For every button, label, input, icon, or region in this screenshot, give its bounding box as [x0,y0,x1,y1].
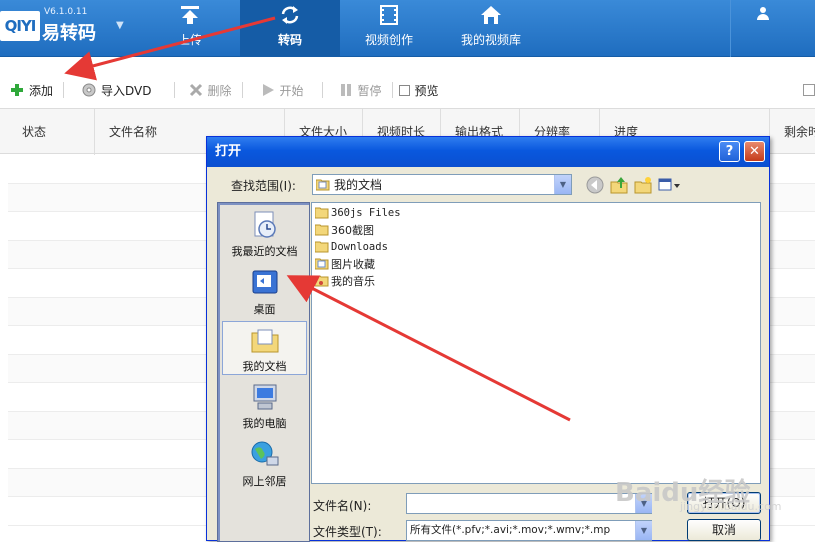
list-item[interactable]: 我的音乐 [315,273,375,289]
look-in-value: 我的文档 [334,178,383,192]
place-label: 桌面 [253,303,276,316]
disc-icon [82,83,96,97]
place-network[interactable]: 网上邻居 [222,437,307,491]
tab-label: 转码 [277,33,302,47]
back-icon[interactable] [585,175,605,195]
desktop-icon [252,270,277,294]
view-menu-icon[interactable] [657,175,681,195]
new-folder-icon[interactable] [633,175,653,195]
chevron-down-icon[interactable]: ▼ [635,521,652,540]
start-button[interactable]: 开始 [243,78,314,102]
dialog-title: 打开 [215,144,242,159]
folder-icon [315,241,329,253]
pictures-folder-icon [315,258,329,270]
list-item[interactable]: Downloads [315,239,388,255]
app-name: 易转码 [42,23,96,44]
convert-icon [281,6,299,24]
place-label: 网上邻居 [242,475,287,488]
select-all-checkbox[interactable] [803,84,815,96]
place-my-computer[interactable]: 我的电脑 [222,379,307,433]
my-documents-icon [251,329,278,353]
plus-icon [11,84,23,96]
tab-my-video-library[interactable]: 我的视频库 [440,0,542,57]
column-remaining-time[interactable]: 剩余时 [770,109,815,155]
add-button[interactable]: 添加 [0,78,63,102]
tab-video-creation[interactable]: 视频创作 [340,0,438,57]
pause-button[interactable]: 暂停 [323,78,392,102]
toolbar: 添加 导入DVD 删除 开始 暂停 预览 [0,73,815,107]
file-name: 360截图 [331,224,374,237]
places-bar: 我最近的文档 桌面 我的文档 我的电脑 网上邻居 [217,202,310,542]
app-logo: QIYI V6.1.0.11 易转码 [0,7,96,44]
film-icon [380,5,398,25]
my-computer-icon [253,384,276,410]
logo-badge: QIYI [0,11,40,41]
list-item[interactable]: 360截图 [315,222,374,238]
file-type-value: 所有文件(*.pfv;*.avi;*.mov;*.wmv;*.mp [410,524,611,536]
place-label: 我最近的文档 [231,245,298,258]
file-name: 360js Files [331,207,401,219]
place-label: 我的文档 [242,360,287,373]
user-icon [757,7,769,20]
delete-label: 删除 [207,83,232,98]
cancel-button[interactable]: 取消 [687,519,761,541]
up-folder-icon[interactable] [609,175,629,195]
tab-upload[interactable]: 上传 [140,0,240,57]
place-desktop[interactable]: 桌面 [222,265,307,319]
place-recent-documents[interactable]: 我最近的文档 [222,207,307,261]
file-name: 图片收藏 [331,258,375,271]
upload-icon [181,6,199,24]
preview-label: 预览 [414,83,439,98]
file-name: Downloads [331,241,388,253]
look-in-label: 查找范围(I): [231,179,296,193]
help-button[interactable]: ? [719,141,740,162]
tab-label: 上传 [177,33,202,47]
folder-icon [315,207,329,219]
close-button[interactable]: ✕ [744,141,765,162]
list-item[interactable]: 360js Files [315,205,401,221]
file-name-label: 文件名(N): [313,499,372,513]
app-version: V6.1.0.11 [44,7,88,17]
folder-icon [315,224,329,236]
look-in-select[interactable]: 我的文档 ▼ [312,174,572,195]
list-item[interactable]: 图片收藏 [315,256,375,272]
network-icon [251,441,278,466]
column-status[interactable]: 状态 [8,109,95,155]
checkbox-box[interactable] [398,84,410,96]
delete-button[interactable]: 删除 [175,78,242,102]
import-dvd-button[interactable]: 导入DVD [64,78,161,102]
play-icon [262,84,274,96]
file-list[interactable]: 360js Files 360截图 Downloads 图片收藏 我的音乐 [311,202,761,484]
tab-label: 我的视频库 [460,33,521,47]
music-folder-icon [315,275,329,287]
place-my-documents[interactable]: 我的文档 [222,321,307,375]
watermark-url: jingyan.baidu.com [680,500,782,513]
chevron-down-icon[interactable]: ▼ [554,175,571,194]
import-dvd-label: 导入DVD [101,83,152,98]
pause-icon [340,84,351,96]
preview-checkbox[interactable]: 预览 [393,78,449,102]
tab-convert[interactable]: 转码 [240,0,340,57]
pause-label: 暂停 [357,83,382,98]
app-header: QIYI V6.1.0.11 易转码 ▼ 上传 转码 视频创作 我的视频库 [0,0,815,57]
dialog-title-bar[interactable]: 打开 ? ✕ [207,137,769,167]
file-type-label: 文件类型(T): [313,525,382,539]
start-label: 开始 [279,83,304,98]
recent-docs-icon [254,211,276,238]
add-label: 添加 [29,83,54,98]
file-type-select[interactable]: 所有文件(*.pfv;*.avi;*.mov;*.wmv;*.mp [406,520,652,541]
place-label: 我的电脑 [242,417,287,430]
home-icon [481,6,501,24]
file-name: 我的音乐 [331,275,375,288]
delete-icon [189,83,202,97]
my-documents-icon [316,179,330,191]
tab-label: 视频创作 [364,33,413,47]
user-menu[interactable] [730,0,815,57]
chevron-down-icon[interactable]: ▼ [116,20,124,31]
